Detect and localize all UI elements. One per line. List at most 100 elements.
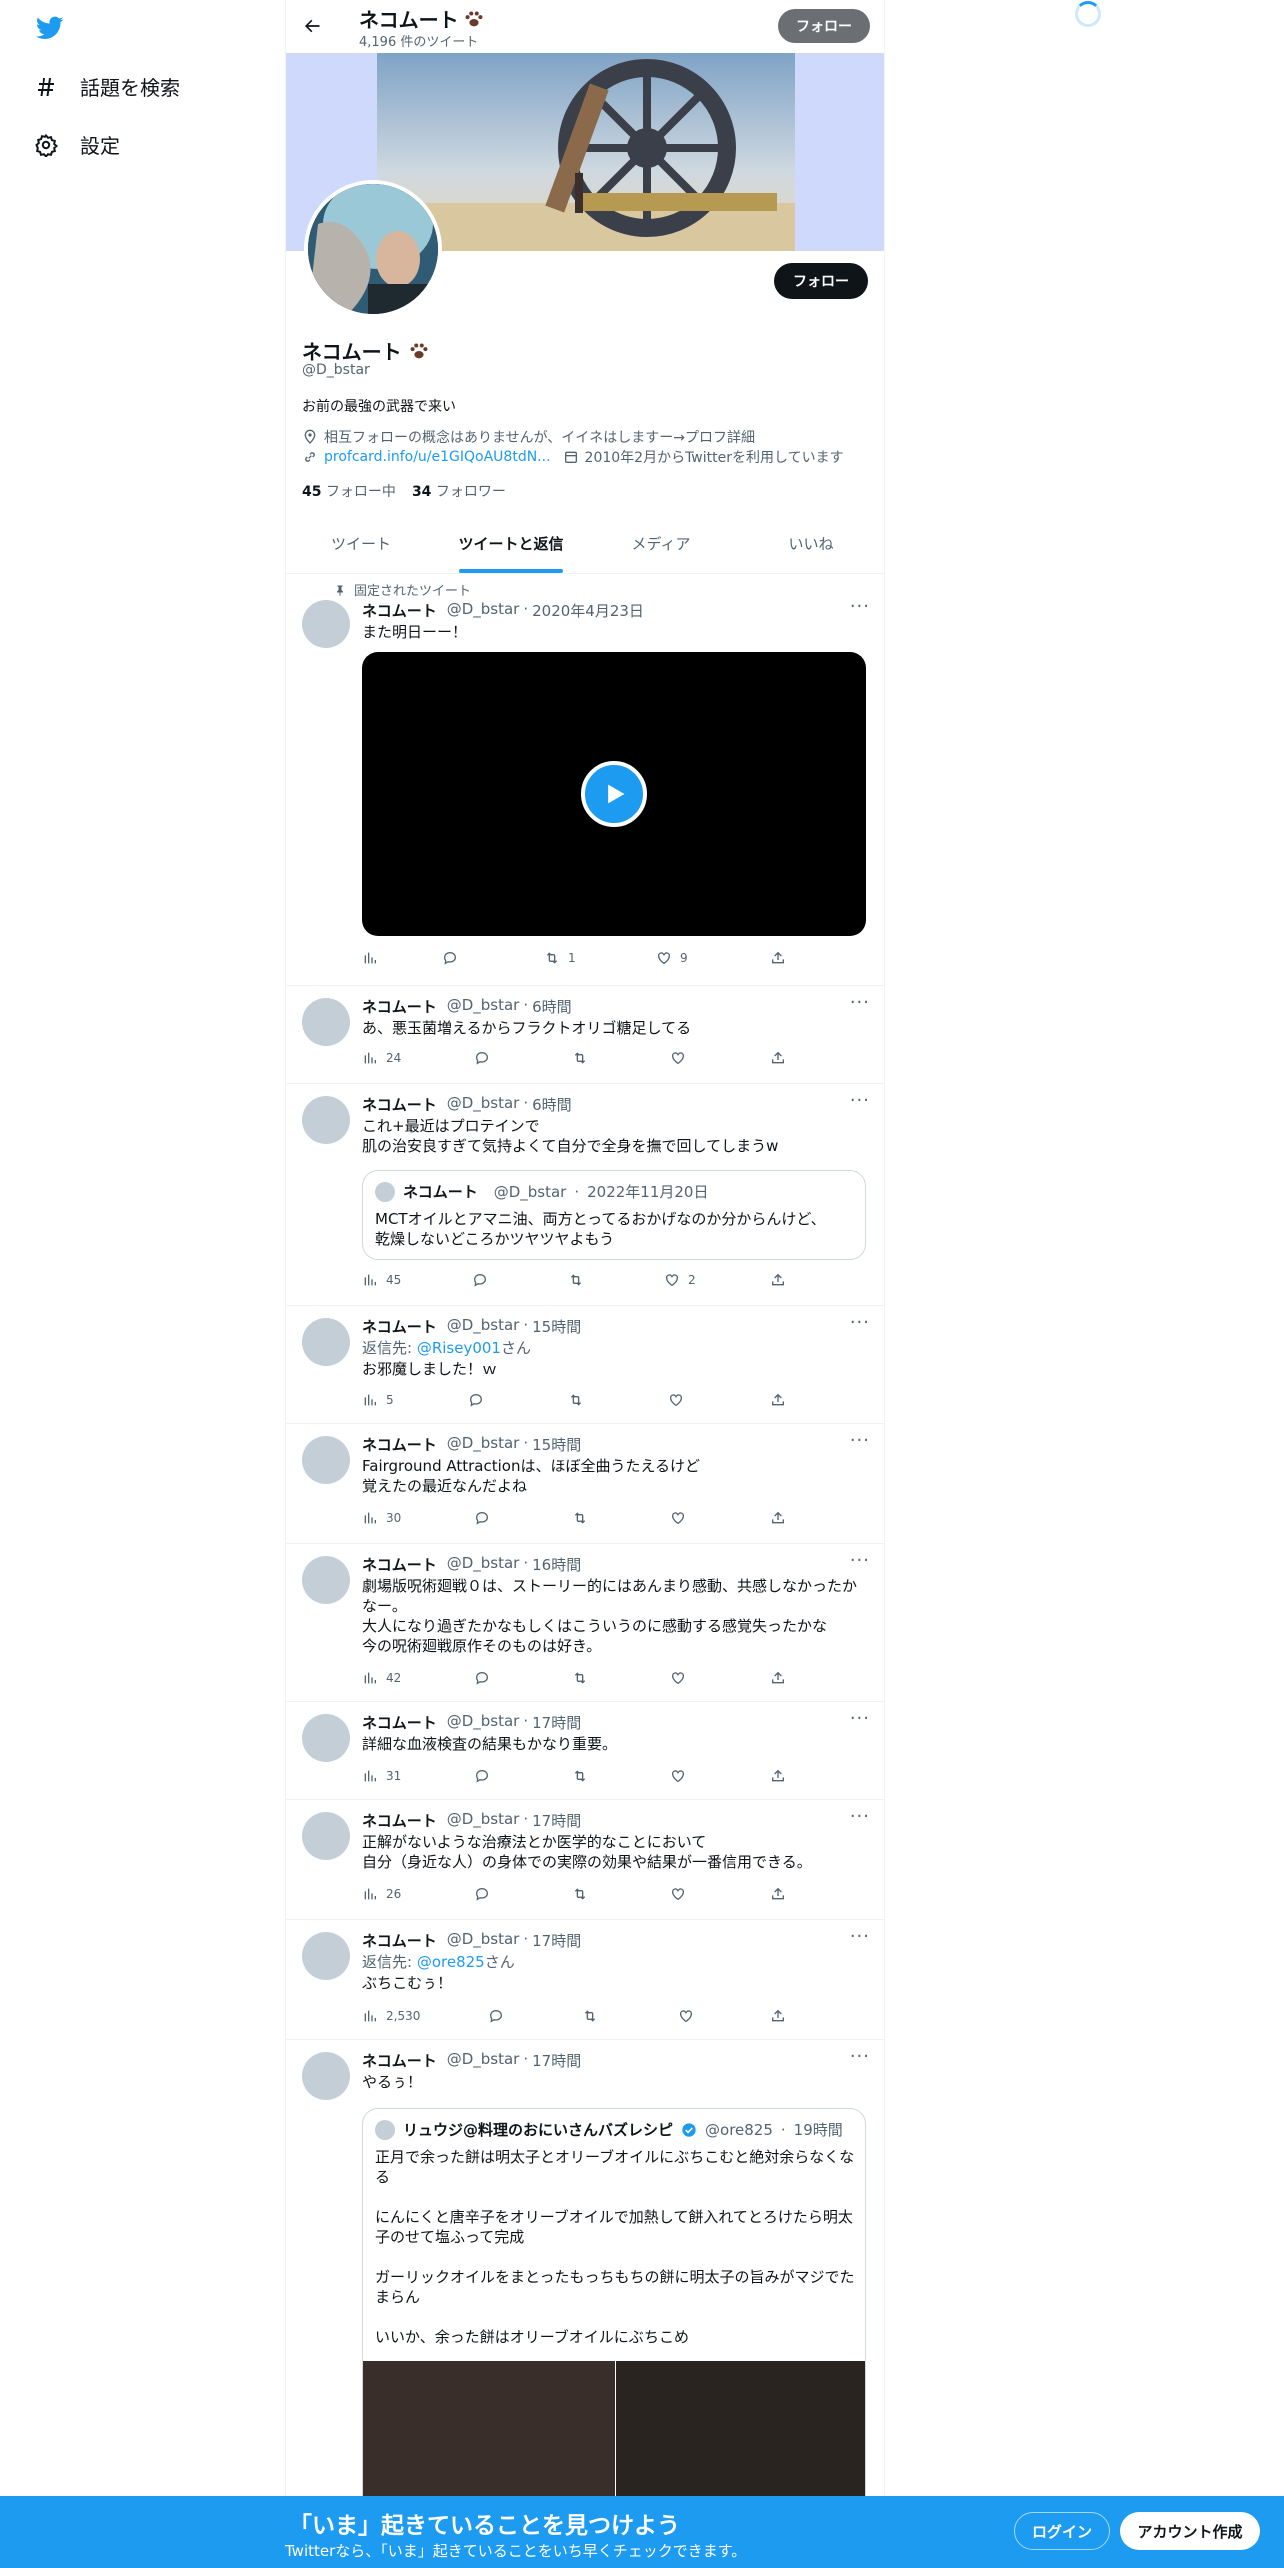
- share-button[interactable]: [770, 1272, 786, 1288]
- like-button[interactable]: [668, 1392, 684, 1408]
- tweet-author-handle[interactable]: @D_bstar: [447, 2050, 520, 2071]
- quoted-tweet[interactable]: ネコムート @D_bstar · 2022年11月20日 MCTオイルとアマニ油…: [362, 1170, 866, 1260]
- tweet-time[interactable]: 15時間: [532, 1316, 581, 1337]
- tweet-video[interactable]: [362, 652, 866, 936]
- views-button[interactable]: 24: [362, 1050, 401, 1066]
- tweet-author-handle[interactable]: @D_bstar: [447, 1930, 520, 1951]
- tweet-avatar[interactable]: [302, 1096, 350, 1144]
- tab-tweets[interactable]: ツイート: [286, 514, 436, 573]
- tweet-time[interactable]: 15時間: [532, 1434, 581, 1455]
- tweet-time[interactable]: 17時間: [532, 2050, 581, 2071]
- retweet-button[interactable]: [572, 1510, 588, 1526]
- more-options-icon[interactable]: ···: [850, 1708, 870, 1729]
- like-button[interactable]: [670, 1768, 686, 1784]
- retweet-button[interactable]: [568, 1272, 584, 1288]
- views-button[interactable]: 31: [362, 1768, 401, 1784]
- tweet-author-name[interactable]: ネコムート: [362, 1434, 437, 1455]
- views-button[interactable]: [362, 950, 378, 966]
- share-button[interactable]: [770, 1050, 786, 1066]
- retweet-button[interactable]: [568, 1392, 584, 1408]
- tweet-author-handle[interactable]: @D_bstar: [447, 996, 520, 1017]
- views-button[interactable]: 26: [362, 1886, 401, 1902]
- tweet-avatar[interactable]: [302, 1318, 350, 1366]
- share-button[interactable]: [770, 1510, 786, 1526]
- tweet-author-handle[interactable]: @D_bstar: [447, 1712, 520, 1733]
- tweet-author-handle[interactable]: @D_bstar: [447, 1316, 520, 1337]
- tweet-avatar[interactable]: [302, 1932, 350, 1980]
- reply-button[interactable]: [442, 950, 458, 966]
- reply-button[interactable]: [474, 1886, 490, 1902]
- tab-tweets-and-replies[interactable]: ツイートと返信: [436, 514, 586, 573]
- like-button[interactable]: [678, 2008, 694, 2024]
- tweet-avatar[interactable]: [302, 2052, 350, 2100]
- share-button[interactable]: [770, 1392, 786, 1408]
- profile-avatar[interactable]: [304, 180, 442, 318]
- tab-likes[interactable]: いいね: [736, 514, 884, 573]
- retweet-button[interactable]: [572, 1768, 588, 1784]
- tweet[interactable]: ネコムート @D_bstar · 17時間 ··· やるぅ！ リュウジ@料理のお…: [286, 2040, 884, 2568]
- tweet[interactable]: ネコムート @D_bstar · 17時間 ··· 返信先: @ore825さん…: [286, 1920, 884, 2040]
- tweet-time[interactable]: 17時間: [532, 1810, 581, 1831]
- header-follow-button[interactable]: フォロー: [778, 9, 870, 43]
- like-button[interactable]: [670, 1670, 686, 1686]
- more-options-icon[interactable]: ···: [850, 1550, 870, 1571]
- more-options-icon[interactable]: ···: [850, 1312, 870, 1333]
- more-options-icon[interactable]: ···: [850, 1090, 870, 1111]
- tweet-author-name[interactable]: ネコムート: [362, 996, 437, 1017]
- views-button[interactable]: 45: [362, 1272, 401, 1288]
- tweet[interactable]: ネコムート @D_bstar · 15時間 ··· 返信先: @Risey001…: [286, 1306, 884, 1424]
- tweet-author-name[interactable]: ネコムート: [362, 1930, 437, 1951]
- tweet-time[interactable]: 6時間: [532, 996, 572, 1017]
- tweet-author-handle[interactable]: @D_bstar: [447, 1094, 520, 1115]
- tweet-avatar[interactable]: [302, 1436, 350, 1484]
- reply-button[interactable]: [474, 1768, 490, 1784]
- tweet-pinned[interactable]: 固定されたツイート ネコムート @D_bstar · 2020年4月23日 ··…: [286, 574, 884, 986]
- tweet-author-name[interactable]: ネコムート: [362, 2050, 437, 2071]
- more-options-icon[interactable]: ···: [850, 1430, 870, 1451]
- reply-button[interactable]: [468, 1392, 484, 1408]
- share-button[interactable]: [770, 1670, 786, 1686]
- like-button[interactable]: 9: [656, 950, 688, 966]
- views-button[interactable]: 5: [362, 1392, 394, 1408]
- like-button[interactable]: [670, 1886, 686, 1902]
- views-button[interactable]: 42: [362, 1670, 401, 1686]
- nav-settings[interactable]: 設定: [34, 130, 120, 159]
- reply-button[interactable]: [474, 1050, 490, 1066]
- reply-button[interactable]: [474, 1510, 490, 1526]
- tweet-author-name[interactable]: ネコムート: [362, 1316, 437, 1337]
- tweet-author-name[interactable]: ネコムート: [362, 1810, 437, 1831]
- like-button[interactable]: 2: [664, 1272, 696, 1288]
- like-button[interactable]: [670, 1510, 686, 1526]
- tweet-time[interactable]: 17時間: [532, 1930, 581, 1951]
- retweet-button[interactable]: [572, 1050, 588, 1066]
- back-arrow-icon[interactable]: [302, 16, 322, 36]
- tweet-author-handle[interactable]: @D_bstar: [447, 600, 520, 621]
- tweet[interactable]: ネコムート @D_bstar · 16時間 ··· 劇場版呪術廻戦０は、ストーリ…: [286, 1544, 884, 1702]
- login-button[interactable]: ログイン: [1014, 2512, 1110, 2550]
- more-options-icon[interactable]: ···: [850, 596, 870, 617]
- tweet-avatar[interactable]: [302, 1556, 350, 1604]
- more-options-icon[interactable]: ···: [850, 1806, 870, 1827]
- tweet[interactable]: ネコムート @D_bstar · 17時間 ··· 正解がないような治療法とか医…: [286, 1800, 884, 1920]
- reply-mention-link[interactable]: @ore825: [417, 1953, 485, 1971]
- nav-explore[interactable]: 話題を検索: [34, 72, 180, 101]
- twitter-logo-icon[interactable]: [34, 14, 66, 42]
- tweet-author-handle[interactable]: @D_bstar: [447, 1810, 520, 1831]
- following-link[interactable]: 45 フォロー中: [302, 481, 396, 501]
- retweet-button[interactable]: 1: [544, 950, 576, 966]
- share-button[interactable]: [770, 2008, 786, 2024]
- views-button[interactable]: 2,530: [362, 2008, 420, 2024]
- tweet[interactable]: ネコムート @D_bstar · 6時間 ··· あ、悪玉菌増えるからフラクトオ…: [286, 986, 884, 1084]
- tweet-author-handle[interactable]: @D_bstar: [447, 1554, 520, 1575]
- play-icon[interactable]: [581, 761, 647, 827]
- follow-button[interactable]: フォロー: [774, 263, 868, 299]
- retweet-button[interactable]: [582, 2008, 598, 2024]
- like-button[interactable]: [670, 1050, 686, 1066]
- tweet-author-handle[interactable]: @D_bstar: [447, 1434, 520, 1455]
- reply-button[interactable]: [488, 2008, 504, 2024]
- share-button[interactable]: [770, 1768, 786, 1784]
- tweet-time[interactable]: 16時間: [532, 1554, 581, 1575]
- tweet-time[interactable]: 17時間: [532, 1712, 581, 1733]
- profile-url-link[interactable]: profcard.info/u/e1GIQoAU8tdN...: [324, 449, 551, 465]
- more-options-icon[interactable]: ···: [850, 2046, 870, 2067]
